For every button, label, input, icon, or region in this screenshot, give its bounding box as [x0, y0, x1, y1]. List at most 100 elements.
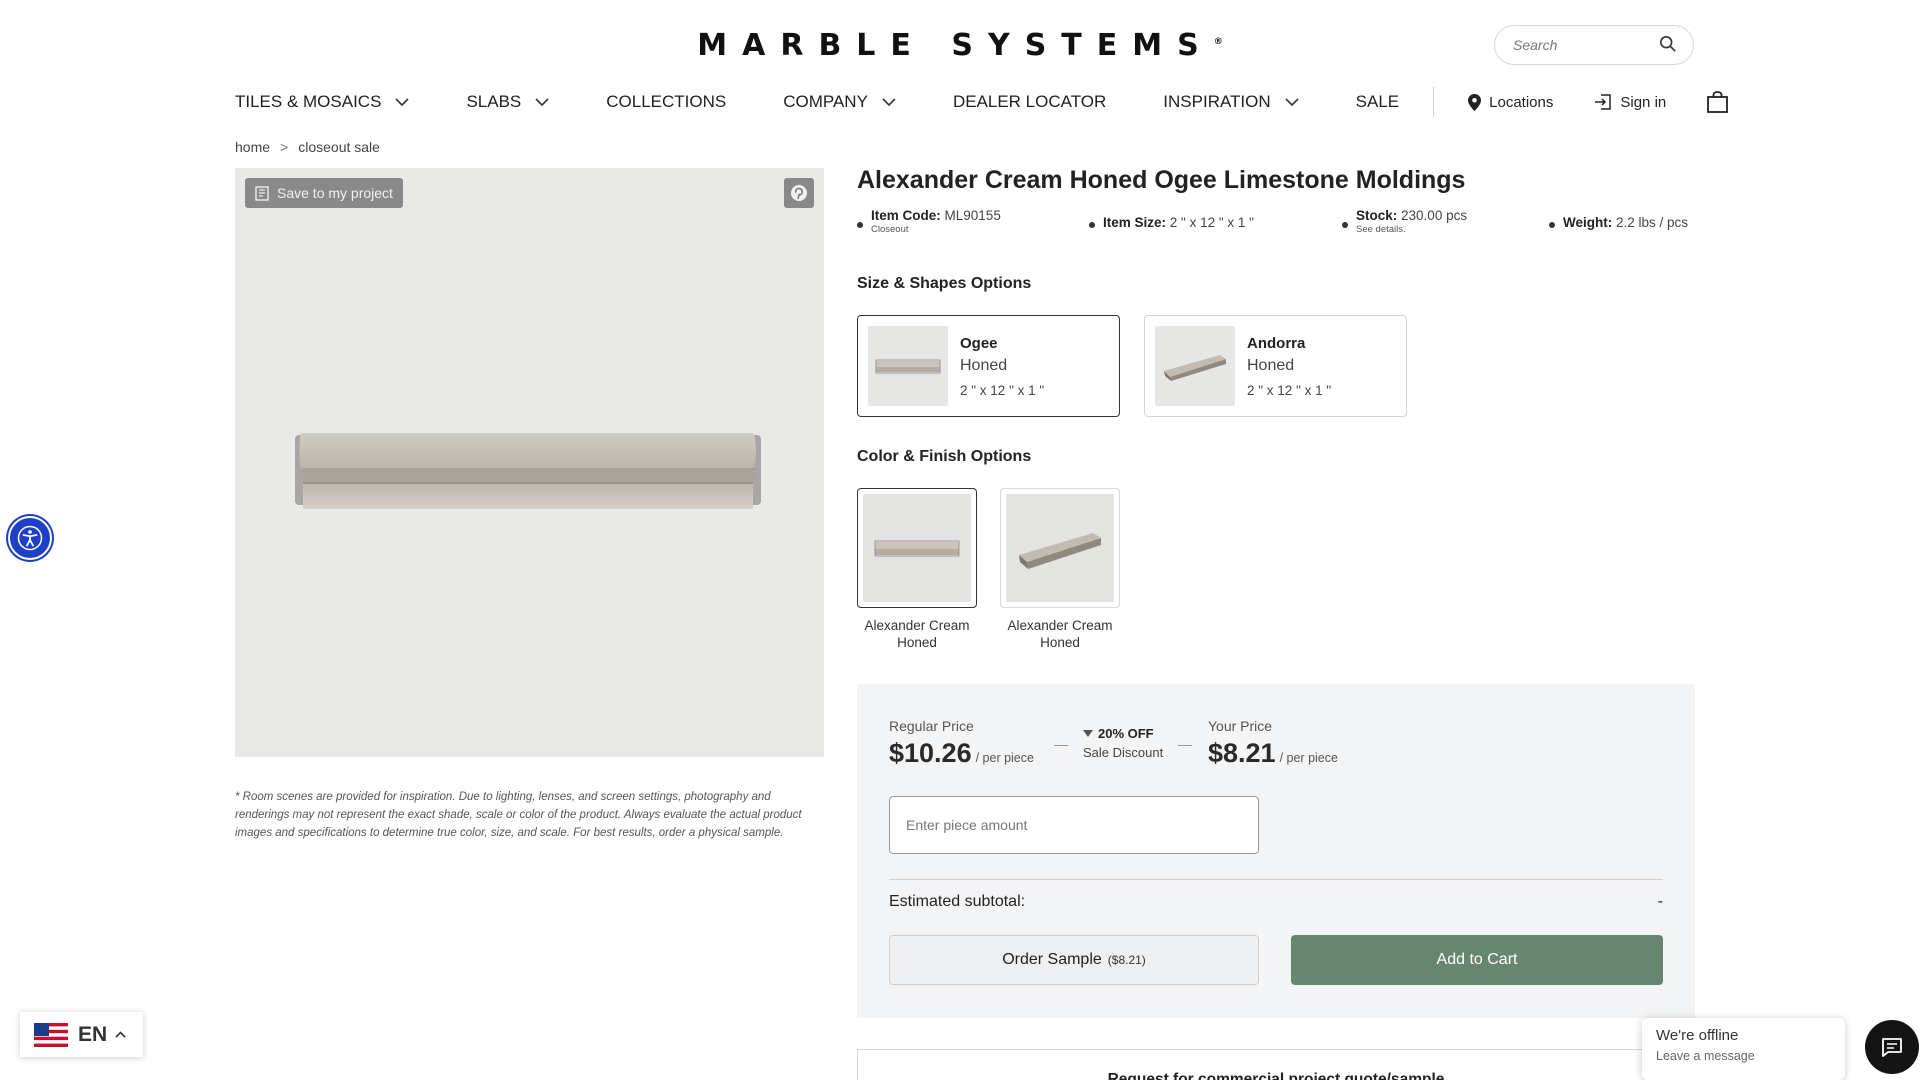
location-pin-icon [1468, 93, 1482, 111]
price-unit: / per piece [975, 751, 1034, 765]
regular-price: Regular Price $10.26/ per piece [889, 718, 1034, 769]
ogee-molding-thumb [875, 359, 941, 374]
color-option-1[interactable] [857, 488, 977, 608]
shape-thumbnail [868, 326, 948, 406]
product-title: Alexander Cream Honed Ogee Limestone Mol… [857, 166, 1466, 194]
regular-price-label: Regular Price [889, 718, 974, 734]
nav-company[interactable]: COMPANY [783, 92, 896, 112]
price-panel: Regular Price $10.26/ per piece 20% OFF … [857, 684, 1695, 1018]
spec-value: ML90155 [944, 208, 1001, 223]
chevron-down-icon [1285, 97, 1299, 106]
nav-tiles-mosaics[interactable]: TILES & MOSAICS [235, 92, 410, 112]
nav-label: COMPANY [783, 92, 868, 111]
shape-name: Andorra [1247, 334, 1306, 352]
discount-label: Sale Discount [1083, 745, 1164, 760]
stock-details-link[interactable]: See details. [1356, 224, 1467, 235]
spec-item-size: Item Size: 2 " x 12 " x 1 " [1089, 208, 1254, 230]
sale-discount: 20% OFF Sale Discount [1083, 726, 1163, 760]
spec-label: Weight: [1563, 215, 1613, 230]
chat-button[interactable] [1865, 1020, 1919, 1074]
nav-dealer-locator[interactable]: DEALER LOCATOR [953, 92, 1106, 112]
chevron-down-icon [395, 97, 410, 106]
us-flag-icon [34, 1022, 68, 1047]
nav-sale[interactable]: SALE [1356, 92, 1399, 112]
spec-value: 230.00 pcs [1401, 208, 1468, 223]
spec-label: Item Size: [1103, 215, 1167, 230]
logo-registered-mark: ® [1213, 37, 1223, 47]
spec-label: Stock: [1356, 208, 1398, 223]
chat-subtitle: Leave a message [1656, 1049, 1755, 1063]
chevron-down-icon [882, 97, 896, 106]
shape-finish: Honed [960, 356, 1008, 374]
pinterest-icon [791, 185, 807, 201]
your-price-value: $8.21 [1208, 738, 1276, 768]
commercial-quote-box[interactable]: Request for commercial project quote/sam… [857, 1049, 1695, 1080]
search-input[interactable] [1513, 37, 1648, 53]
price-unit: / per piece [1279, 751, 1338, 765]
nav-label: INSPIRATION [1163, 92, 1271, 111]
spec-label: Item Code: [871, 208, 941, 223]
color-label: Alexander Cream Honed [864, 618, 970, 650]
image-disclaimer: * Room scenes are provided for inspirati… [235, 791, 802, 839]
save-label: Save to my project [277, 185, 393, 201]
language-code: EN [78, 1022, 108, 1046]
sign-in-icon [1595, 94, 1612, 110]
molding-thumb [1019, 533, 1101, 569]
your-price-label: Your Price [1208, 718, 1273, 734]
shape-finish: Honed [1247, 356, 1295, 374]
search-icon[interactable] [1659, 35, 1677, 53]
price-dash [1178, 745, 1192, 746]
cart-button[interactable] [1707, 91, 1736, 113]
product-image[interactable]: Save to my project [235, 168, 824, 757]
add-to-cart-button[interactable]: Add to Cart [1291, 935, 1663, 985]
shape-option-ogee[interactable]: Ogee Honed 2 " x 12 " x 1 " [857, 315, 1120, 417]
color-option-2[interactable] [1000, 488, 1120, 608]
spec-item-code: Item Code: ML90155 Closeout [857, 208, 1001, 235]
spec-stock: Stock: 230.00 pcs See details. [1342, 208, 1467, 235]
subtotal-value: - [1657, 893, 1663, 910]
nav-locations[interactable]: Locations [1468, 93, 1554, 111]
nav-inspiration[interactable]: INSPIRATION [1163, 92, 1299, 112]
your-price: Your Price $8.21/ per piece [1208, 718, 1338, 769]
save-to-project-button[interactable]: Save to my project [245, 178, 403, 208]
spec-weight: Weight: 2.2 lbs / pcs [1549, 208, 1688, 230]
color-thumbnail [1006, 494, 1114, 602]
nav-label: COLLECTIONS [606, 92, 727, 111]
language-selector[interactable]: EN [20, 1012, 143, 1057]
cart-label: Add to Cart [1436, 951, 1518, 968]
molding-photo [295, 433, 761, 509]
quote-label: Request for commercial project quote/sam… [1107, 1071, 1445, 1080]
nav-label: SALE [1355, 92, 1400, 111]
piece-amount-input[interactable] [889, 796, 1259, 854]
accessibility-button[interactable] [8, 516, 52, 560]
breadcrumb-current[interactable]: closeout sale [298, 139, 380, 155]
regular-price-value: $10.26 [889, 738, 972, 768]
colors-heading: Color & Finish Options [857, 448, 1032, 465]
nav-divider [1433, 87, 1435, 117]
logo-text: MARBLE SYSTEMS [697, 28, 1214, 63]
sample-price: ($8.21) [1107, 953, 1146, 967]
shape-name: Ogee [960, 334, 998, 352]
color-thumbnail [863, 494, 971, 602]
pinterest-button[interactable] [784, 178, 814, 208]
breadcrumb-home[interactable]: home [235, 139, 270, 155]
nav-signin[interactable]: Sign in [1594, 94, 1666, 111]
nav-slabs[interactable]: SLABS [466, 92, 549, 112]
locations-label: Locations [1489, 93, 1554, 111]
shape-size: 2 " x 12 " x 1 " [960, 382, 1045, 398]
nav-label: TILES & MOSAICS [235, 92, 382, 111]
signin-label: Sign in [1620, 93, 1667, 111]
chat-title: We're offline [1656, 1027, 1739, 1044]
shape-thumbnail [1155, 326, 1235, 406]
chat-status-bubble[interactable]: We're offline Leave a message [1642, 1018, 1845, 1080]
nav-collections[interactable]: COLLECTIONS [606, 92, 726, 112]
price-dash [1054, 745, 1068, 746]
sample-label: Order Sample [1002, 951, 1102, 968]
shape-option-andorra[interactable]: Andorra Honed 2 " x 12 " x 1 " [1144, 315, 1407, 417]
shapes-heading: Size & Shapes Options [857, 275, 1032, 292]
shape-size: 2 " x 12 " x 1 " [1247, 382, 1332, 398]
save-project-icon [255, 185, 269, 201]
discount-value: 20% OFF [1098, 726, 1154, 741]
bullet-dot [1342, 222, 1348, 228]
order-sample-button[interactable]: Order Sample ($8.21) [889, 935, 1259, 985]
